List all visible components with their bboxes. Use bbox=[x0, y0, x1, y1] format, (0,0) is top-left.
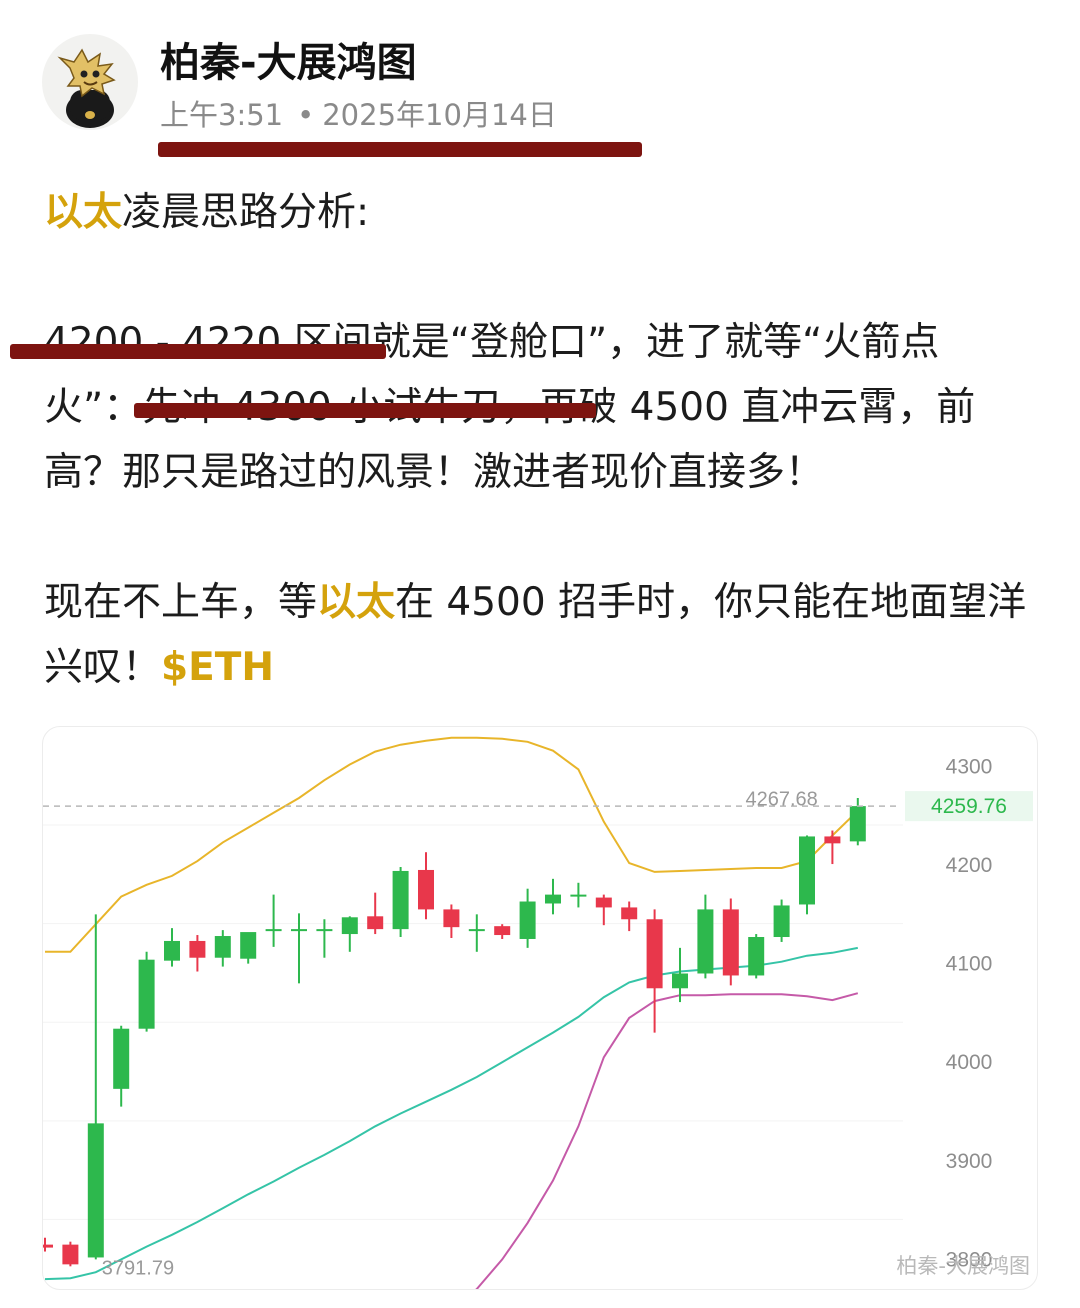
author-name[interactable]: 柏秦-大展鸿图 bbox=[160, 30, 417, 88]
candle-body bbox=[214, 936, 231, 958]
y-tick-label: 4200 bbox=[946, 854, 993, 877]
candle-body bbox=[341, 917, 358, 935]
para2-text-a: 现在不上车，等 bbox=[44, 580, 318, 625]
candle bbox=[722, 898, 739, 986]
candle bbox=[189, 935, 206, 972]
candle bbox=[240, 932, 257, 964]
candle bbox=[773, 899, 790, 942]
candle bbox=[748, 934, 765, 979]
candle bbox=[494, 924, 511, 939]
candle-body bbox=[113, 1028, 130, 1089]
meta-separator: • bbox=[297, 98, 315, 132]
price-chart-card[interactable]: 4300 4200 4100 4000 3900 3800 4259.76 4267.68… bbox=[42, 726, 1038, 1290]
text-underline-marker-1 bbox=[10, 344, 386, 359]
post-body: 以太凌晨思路分析: 4200 - 4220 区间就是“登舱口”，进了就等“火箭点… bbox=[44, 180, 1034, 700]
candle-body bbox=[824, 836, 841, 844]
candle bbox=[849, 797, 866, 846]
candle bbox=[621, 901, 638, 932]
candle-body bbox=[672, 973, 688, 989]
candle-body bbox=[316, 929, 333, 932]
candle bbox=[418, 852, 434, 920]
candle bbox=[392, 867, 409, 938]
candle bbox=[113, 1025, 130, 1107]
current-price-tag: 4259.76 bbox=[905, 791, 1033, 822]
y-tick-label: 4000 bbox=[946, 1051, 993, 1074]
meta-underline-marker bbox=[158, 142, 642, 157]
band-middle-line bbox=[44, 946, 858, 1281]
eth-ticker-link[interactable]: $ETH bbox=[161, 645, 274, 690]
candle-body bbox=[138, 959, 155, 1029]
candle-body bbox=[443, 909, 460, 928]
candle-body bbox=[43, 1244, 53, 1248]
candle bbox=[672, 947, 688, 1003]
candle-body bbox=[468, 929, 485, 932]
candle bbox=[646, 909, 663, 1033]
candle-body bbox=[545, 894, 561, 904]
candle-body bbox=[87, 1123, 104, 1258]
y-tick-label: 4100 bbox=[946, 953, 993, 976]
title-highlight[interactable]: 以太 bbox=[44, 190, 122, 235]
candle bbox=[519, 888, 536, 948]
candle-body bbox=[773, 905, 790, 938]
candle-body bbox=[367, 916, 384, 930]
candle-body bbox=[291, 929, 307, 932]
candle-body bbox=[570, 894, 587, 897]
candle bbox=[799, 835, 815, 915]
candle-body bbox=[621, 907, 638, 920]
mascot-icon bbox=[57, 48, 116, 128]
candle-body bbox=[519, 901, 536, 939]
candle bbox=[824, 830, 841, 865]
title-text: 凌晨思路分析: bbox=[122, 190, 370, 235]
avatar[interactable] bbox=[42, 34, 138, 130]
candle bbox=[341, 916, 358, 952]
post-title: 以太凌晨思路分析: bbox=[44, 180, 1034, 245]
candle-body bbox=[748, 937, 765, 976]
candle-body bbox=[849, 806, 866, 842]
candle-body bbox=[418, 869, 434, 910]
candle bbox=[265, 894, 282, 947]
candle bbox=[545, 878, 561, 915]
candle-body bbox=[595, 897, 612, 908]
candle-body bbox=[392, 870, 409, 930]
candle bbox=[138, 951, 155, 1032]
candle bbox=[87, 914, 104, 1260]
candle bbox=[570, 882, 587, 908]
high-price-label: 4267.68 bbox=[746, 788, 818, 810]
y-tick-label: 3900 bbox=[946, 1150, 993, 1173]
bollinger-bands bbox=[44, 736, 859, 1289]
paragraph-2: 现在不上车，等以太在 4500 招手时，你只能在地面望洋兴叹！$ETH bbox=[44, 570, 1034, 700]
post-meta: 上午3:51 • 2025年10月14日 bbox=[160, 92, 557, 134]
candle bbox=[164, 928, 180, 967]
candle bbox=[43, 1237, 53, 1252]
candle-body bbox=[722, 909, 739, 976]
watermark-author: 柏秦-大展鸿图 bbox=[896, 1254, 1030, 1278]
y-axis: 430042004100400039003800 bbox=[946, 755, 993, 1271]
candlestick-chart: 430042004100400039003800 4259.76 4267.68… bbox=[43, 736, 1033, 1289]
candle-body bbox=[494, 926, 511, 936]
candle-body bbox=[646, 919, 663, 989]
candle-body bbox=[265, 929, 282, 932]
candle-body bbox=[799, 836, 815, 905]
candle bbox=[316, 919, 333, 958]
y-tick-label: 4300 bbox=[946, 755, 993, 778]
post-time: 上午3:51 bbox=[160, 98, 284, 132]
candle bbox=[595, 894, 612, 926]
candle-body bbox=[240, 932, 257, 959]
candle-body bbox=[189, 940, 206, 958]
post-date: 2025年10月14日 bbox=[322, 98, 557, 132]
candle-body bbox=[62, 1244, 79, 1265]
candle bbox=[443, 904, 460, 938]
candle bbox=[367, 892, 384, 935]
low-price-label: 3791.79 bbox=[102, 1258, 174, 1280]
candle-body bbox=[164, 940, 180, 961]
candle bbox=[214, 930, 231, 967]
candle bbox=[62, 1241, 79, 1267]
candle bbox=[468, 914, 485, 952]
candle-body bbox=[697, 909, 714, 974]
band-lower-line bbox=[475, 992, 859, 1289]
price-tag-value: 4259.76 bbox=[931, 795, 1007, 818]
para2-highlight[interactable]: 以太 bbox=[317, 580, 395, 625]
candle bbox=[697, 894, 714, 979]
text-underline-marker-2 bbox=[134, 403, 596, 418]
